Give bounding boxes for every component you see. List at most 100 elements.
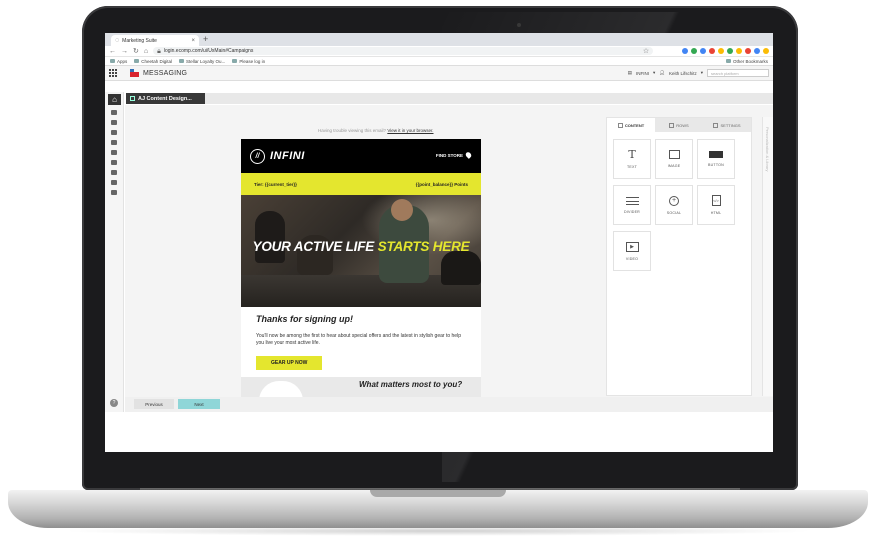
block-label: IMAGE (667, 164, 681, 168)
block-button[interactable]: BUTTON (697, 139, 735, 179)
find-store-label: FIND STORE (435, 152, 463, 158)
block-image[interactable]: IMAGE (655, 139, 693, 179)
layers-icon[interactable] (111, 120, 117, 125)
block-label: VIDEO (625, 256, 639, 261)
hero-person (441, 251, 481, 285)
messaging-flag-icon (130, 69, 139, 77)
image-icon[interactable] (111, 150, 117, 155)
bookmark-label: Apps (117, 58, 128, 64)
view-in-browser-line: Having trouble viewing this email? View … (318, 128, 434, 133)
email-header: // INFINI FIND STORE (241, 139, 481, 173)
block-text[interactable]: T TEXT (613, 139, 651, 179)
folder-icon[interactable] (111, 110, 117, 115)
tab-label: ROWS (676, 122, 689, 128)
bookmark-apps[interactable]: Apps (110, 59, 127, 64)
editor-canvas: Having trouble viewing this email? View … (125, 105, 773, 397)
search-input[interactable]: search platform (707, 69, 769, 77)
extension-icons (682, 48, 769, 54)
browser-tab[interactable]: ◌ Marketing Suite × (111, 35, 199, 46)
chevron-down-icon[interactable]: ▾ (701, 70, 703, 76)
lock-icon: 🔒︎ (157, 47, 161, 55)
app-launcher-icon[interactable] (109, 68, 118, 78)
view-in-browser-link[interactable]: View it in your browser. (387, 128, 433, 133)
block-video[interactable]: ▶ VIDEO (613, 231, 651, 271)
tab-settings[interactable]: SETTINGS (703, 118, 751, 132)
block-label: DIVIDER (624, 209, 640, 214)
block-divider[interactable]: DIVIDER (613, 185, 651, 225)
body-paragraph: You'll now be among the first to hear ab… (256, 333, 461, 346)
help-button[interactable]: ? (110, 399, 118, 407)
bookmark-label: Stellar Loyalty Ou... (186, 58, 226, 64)
hero-person (255, 211, 285, 263)
screen: ◌ Marketing Suite × + ← → ↻ ⌂ 🔒︎ login.e… (105, 33, 773, 452)
chevron-down-icon[interactable]: ▾ (653, 70, 655, 76)
gear-up-button[interactable]: GEAR UP NOW (256, 356, 323, 370)
star-icon[interactable]: ☆ (643, 48, 649, 55)
tab-label: CONTENT (624, 122, 645, 128)
extension-icon[interactable] (745, 48, 751, 54)
calendar-icon[interactable] (111, 130, 117, 135)
rows-icon (669, 122, 675, 128)
home-button[interactable]: ⌂ (108, 94, 121, 105)
address-bar[interactable]: 🔒︎ login.ecomp.com/ui/UxMain#Campaigns ☆ (153, 47, 654, 55)
social-plus-icon: + (669, 195, 679, 206)
block-label: BUTTON (708, 163, 724, 167)
breadcrumb-tab[interactable]: AJ Content Design... (126, 93, 205, 104)
apps-icon (110, 59, 115, 63)
breadcrumb-label: AJ Content Design... (138, 95, 192, 102)
bookmark-stellar[interactable]: Stellar Loyalty Ou... (179, 59, 225, 64)
extension-icon[interactable] (718, 48, 724, 54)
thanks-heading: Thanks for signing up! (256, 314, 353, 324)
user-menu[interactable]: Keith Lifschitz (669, 71, 697, 76)
panel-tabs: CONTENT ROWS SETTINGS (607, 118, 751, 132)
site-icon (179, 59, 185, 63)
extension-icon[interactable] (682, 48, 688, 54)
extension-icon[interactable] (754, 48, 760, 54)
email-preview[interactable]: // INFINI FIND STORE Tier: {{current_tie… (241, 139, 481, 397)
browser-toolbar: ← → ↻ ⌂ 🔒︎ login.ecomp.com/ui/UxMain#Cam… (105, 46, 773, 57)
grid-icon (617, 122, 623, 128)
trouble-text: Having trouble viewing this email? (318, 128, 387, 133)
block-label: TEXT (627, 165, 637, 169)
tier-bar: Tier: {{current_tier}} {{point_balance}}… (241, 173, 481, 195)
hero-person-head (391, 199, 413, 221)
new-tab-button[interactable]: + (203, 34, 208, 44)
block-social[interactable]: + SOCIAL (655, 185, 693, 225)
extension-icon[interactable] (736, 48, 742, 54)
document-icon[interactable] (111, 180, 117, 185)
extension-icon[interactable] (691, 48, 697, 54)
bookmark-login[interactable]: Please log in (232, 59, 265, 64)
tab-rows[interactable]: ROWS (655, 118, 703, 132)
home-icon[interactable]: ⌂ (144, 48, 148, 55)
extension-icon[interactable] (700, 48, 706, 54)
extension-icon[interactable] (709, 48, 715, 54)
browser-tab-bar: ◌ Marketing Suite × + (105, 33, 773, 46)
close-tab-icon[interactable]: × (191, 38, 195, 44)
share-icon[interactable] (111, 190, 117, 195)
chart-icon[interactable] (111, 170, 117, 175)
tab-label: SETTINGS (720, 122, 741, 128)
hero-image: YOUR ACTIVE LIFE STARTS HERE (241, 195, 481, 307)
header-controls: ▤ INFINI ▾ 👤︎ Keith Lifschitz ▾ search p… (628, 69, 769, 77)
block-html[interactable]: </> HTML (697, 185, 735, 225)
puzzle-icon[interactable] (111, 160, 117, 165)
page-blank-area (105, 412, 773, 452)
text-icon: T (628, 148, 636, 161)
bookmark-cheetah[interactable]: Cheetah Digital (134, 59, 172, 64)
previous-button[interactable]: Previous (134, 399, 174, 409)
extension-icon[interactable] (727, 48, 733, 54)
tab-content[interactable]: CONTENT (607, 118, 655, 132)
reload-icon[interactable]: ↻ (133, 48, 139, 55)
account-selector[interactable]: INFINI (636, 71, 649, 76)
footer-image (259, 381, 303, 397)
personalization-rail[interactable]: Personalization & Library (762, 117, 773, 396)
next-button[interactable]: Next (178, 399, 220, 409)
globe-icon[interactable] (111, 140, 117, 145)
back-icon[interactable]: ← (109, 48, 116, 55)
points-text: {{point_balance}} Points (415, 181, 468, 187)
extension-icon[interactable] (763, 48, 769, 54)
folder-icon (725, 59, 731, 63)
forward-icon[interactable]: → (121, 48, 128, 55)
other-bookmarks[interactable]: Other Bookmarks (725, 59, 768, 64)
find-store-link[interactable]: FIND STORE (435, 151, 473, 159)
